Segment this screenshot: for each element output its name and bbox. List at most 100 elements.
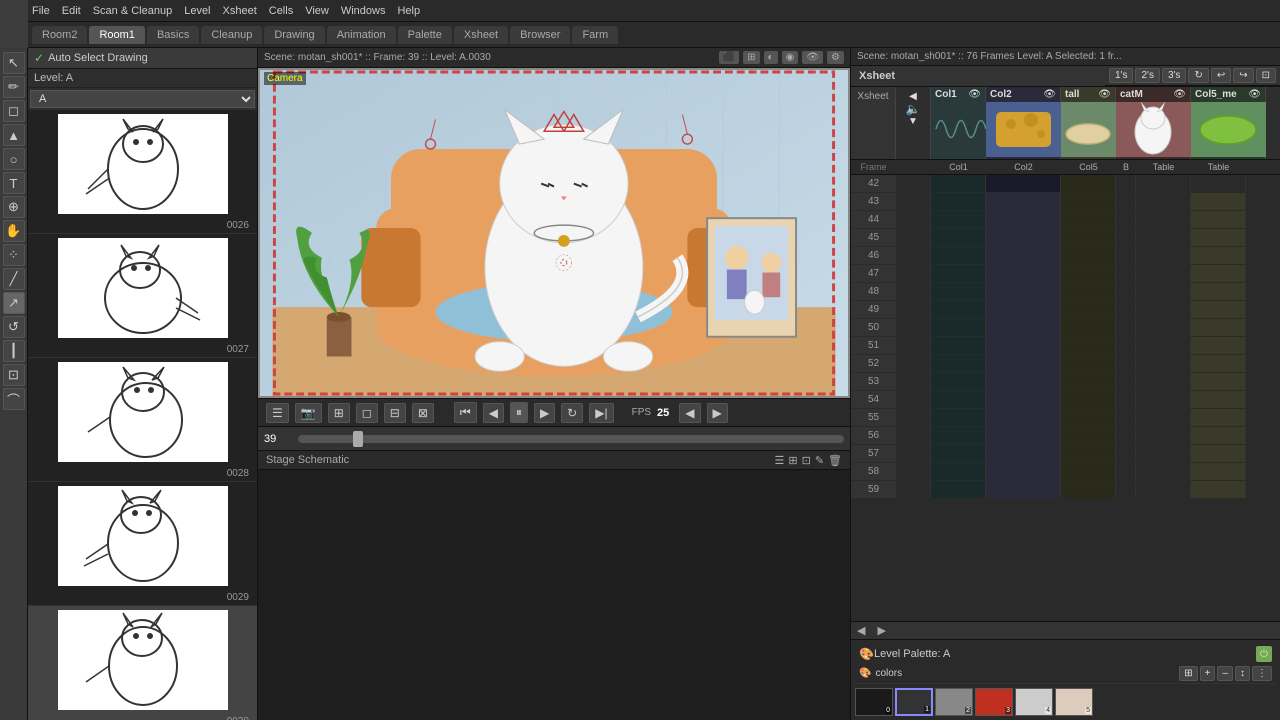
fps-dec-btn[interactable]: ◀ [679, 403, 700, 423]
tall-eye[interactable]: 👁 [1098, 89, 1111, 100]
pb-1s-btn[interactable]: 1's [1109, 68, 1133, 83]
loop-icon[interactable]: ↻ [1188, 68, 1208, 83]
camera-btn[interactable]: 📷 [295, 403, 322, 423]
fwd-icon[interactable]: ↪ [1233, 68, 1253, 83]
rotate-tool[interactable]: ↺ [3, 316, 25, 338]
curve-tool[interactable]: ⌒ [3, 388, 25, 410]
swatch-4[interactable]: 4 [1015, 688, 1053, 716]
menu-windows[interactable]: Windows [341, 5, 386, 17]
expand-btn[interactable]: ⊟ [384, 403, 406, 423]
scene-bar-icon1[interactable]: ⬛ [719, 51, 739, 64]
col1-eye[interactable]: 👁 [968, 89, 981, 100]
text-tool[interactable]: T [3, 172, 25, 194]
shrink-btn[interactable]: ◻ [356, 403, 378, 423]
menu-help[interactable]: Help [397, 5, 420, 17]
col2-eye[interactable]: 👁 [1043, 89, 1056, 100]
menu-level[interactable]: Level [184, 5, 210, 17]
step-icon[interactable]: ⊡ [1256, 68, 1276, 83]
room-tab-basics[interactable]: Basics [147, 26, 199, 44]
swatch-1[interactable]: 1 [895, 688, 933, 716]
fps-inc-btn[interactable]: ▶ [707, 403, 728, 423]
pan-tool[interactable]: ✋ [3, 220, 25, 242]
level-select[interactable]: A [30, 90, 255, 108]
pause-btn[interactable]: ⏸ [510, 402, 528, 423]
timeline-track[interactable] [298, 435, 844, 443]
stage-icon2[interactable]: ⊞ [788, 454, 797, 467]
room-tab-room1[interactable]: Room1 [89, 26, 144, 44]
stage-icon3[interactable]: ⊡ [802, 454, 811, 467]
frame-btn[interactable]: ⊞ [328, 403, 350, 423]
pal-more-btn[interactable]: ⋮ [1252, 666, 1272, 681]
play-btn[interactable]: ▶ [534, 403, 555, 423]
thumbnail-0029[interactable]: 0029 [28, 482, 257, 606]
scene-bar-icon2[interactable]: ⊞ [743, 51, 759, 64]
arrow-tool[interactable]: ↗ [3, 292, 25, 314]
menu-scan[interactable]: Scan & Cleanup [93, 5, 173, 17]
expand2-btn[interactable]: ⊠ [412, 403, 434, 423]
zoom-tool[interactable]: ⊕ [3, 196, 25, 218]
shape-tool[interactable]: ○ [3, 148, 25, 170]
nav-right[interactable]: ▶ [871, 624, 891, 637]
viewport[interactable]: Camera [258, 68, 850, 398]
col5me-thumb [1191, 102, 1266, 157]
room-tab-farm[interactable]: Farm [572, 26, 618, 44]
thumbnail-0028[interactable]: 0028 [28, 358, 257, 482]
options-btn[interactable]: ☰ [266, 403, 289, 423]
eraser-tool[interactable]: ◻ [3, 100, 25, 122]
room-tab-cleanup[interactable]: Cleanup [201, 26, 262, 44]
stage-icon5[interactable]: 🗑 [828, 454, 842, 467]
menu-view[interactable]: View [305, 5, 329, 17]
pal-grid-btn[interactable]: ⊞ [1179, 666, 1197, 681]
pb-2s-btn[interactable]: 2's [1135, 68, 1159, 83]
swatch-2[interactable]: 2 [935, 688, 973, 716]
stage-icon1[interactable]: ☰ [775, 454, 785, 467]
pal-sort-btn[interactable]: ↕ [1235, 666, 1250, 681]
vol-arrow[interactable]: ◀ [909, 91, 917, 102]
rigging-tool[interactable]: ⊡ [3, 364, 25, 386]
thumbnail-0027[interactable]: 0027 [28, 234, 257, 358]
scene-bar-icon3[interactable]: ◐ [764, 51, 778, 64]
swatch-3[interactable]: 3 [975, 688, 1013, 716]
scene-bar-icon6[interactable]: ⚙ [827, 51, 844, 64]
fill-tool[interactable]: ▲ [3, 124, 25, 146]
picker-tool[interactable]: ⁘ [3, 244, 25, 266]
menu-xsheet[interactable]: Xsheet [223, 5, 257, 17]
prev-btn[interactable]: ◀ [483, 403, 504, 423]
select-tool[interactable]: ↖ [3, 52, 25, 74]
pin-tool[interactable]: ┃ [3, 340, 25, 362]
room-tab-animation[interactable]: Animation [327, 26, 396, 44]
pal-del-btn[interactable]: – [1217, 666, 1233, 681]
brush-tool[interactable]: ✏ [3, 76, 25, 98]
loop-btn[interactable]: ↻ [561, 403, 583, 423]
stage-icon4[interactable]: ✎ [815, 454, 824, 467]
room-tab-xsheet[interactable]: Xsheet [454, 26, 508, 44]
thumbnail-0026[interactable]: 0026 [28, 110, 257, 234]
scene-bar-icon5[interactable]: 👁 [802, 51, 823, 64]
prev-loop-icon[interactable]: ↩ [1211, 68, 1231, 83]
col5me-eye[interactable]: 👁 [1248, 89, 1261, 100]
catm-eye[interactable]: 👁 [1173, 89, 1186, 100]
room-tab-room2[interactable]: Room2 [32, 26, 87, 44]
menu-file[interactable]: File [32, 5, 50, 17]
room-tab-palette[interactable]: Palette [398, 26, 452, 44]
pal-add-btn[interactable]: + [1200, 666, 1216, 681]
palette-power[interactable]: ⏻ [1256, 646, 1272, 662]
line-tool[interactable]: ╱ [3, 268, 25, 290]
scene-bar-icon4[interactable]: ◉ [782, 51, 799, 64]
vol-icon[interactable]: 🔈 [906, 102, 921, 116]
timeline-thumb[interactable] [353, 431, 363, 447]
menu-cells[interactable]: Cells [269, 5, 293, 17]
room-tab-browser[interactable]: Browser [510, 26, 570, 44]
next-btn[interactable]: ▶| [589, 403, 613, 423]
thumbnail-0030[interactable]: 0030 [28, 606, 257, 720]
tall-top: tall 👁 [1061, 87, 1115, 102]
pb-3s-btn[interactable]: 3's [1162, 68, 1186, 83]
vol-arrow2[interactable]: ▼ [908, 116, 918, 127]
menu-edit[interactable]: Edit [62, 5, 81, 17]
nav-left[interactable]: ◀ [851, 624, 871, 637]
room-tab-drawing[interactable]: Drawing [264, 26, 324, 44]
xsheet-header-label: Xsheet [857, 91, 888, 102]
swatch-5[interactable]: 5 [1055, 688, 1093, 716]
swatch-0[interactable]: 0 [855, 688, 893, 716]
skip-start-btn[interactable]: ⏮ [454, 402, 477, 423]
